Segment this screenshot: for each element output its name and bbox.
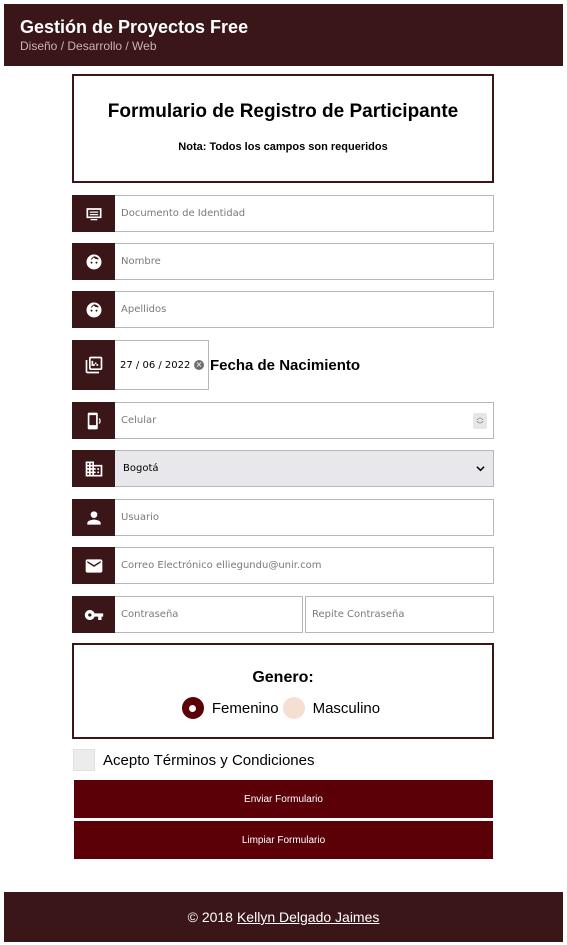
fecha-value: 27 / 06 / 2022 <box>120 359 191 371</box>
celular-row: Celular ︿ ﹀ <box>72 402 494 439</box>
ciudad-row: Bogotá <box>72 450 494 487</box>
submit-button[interactable]: Enviar Formulario <box>74 780 493 818</box>
form-note: Nota: Todos los campos son requeridos <box>178 141 388 153</box>
celular-input[interactable]: Celular ︿ ﹀ <box>115 402 494 439</box>
radio-masculino[interactable] <box>282 697 305 719</box>
face-icon <box>72 291 115 328</box>
nombre-row: Nombre <box>72 243 494 280</box>
form-title: Formulario de Registro de Participante <box>107 101 459 122</box>
terms-checkbox[interactable] <box>73 749 95 771</box>
calendar-plus-icon <box>72 340 115 390</box>
apellidos-row: Apellidos <box>72 291 494 328</box>
apellidos-input[interactable]: Apellidos <box>115 291 494 328</box>
form-title-box: Formulario de Registro de Participante N… <box>72 74 494 183</box>
genero-options: Femenino Masculino <box>74 697 492 719</box>
fecha-input[interactable]: 27 / 06 / 2022 × <box>115 340 209 390</box>
key-icon <box>72 596 115 633</box>
fecha-label: Fecha de Nacimiento <box>210 356 361 374</box>
celular-placeholder: Celular <box>121 415 157 426</box>
author-link[interactable]: Kellyn Delgado Jaimes <box>237 909 379 925</box>
number-spinner[interactable]: ︿ ﹀ <box>473 413 487 429</box>
contrasena-row: Contraseña Repite Contraseña <box>72 596 494 633</box>
app-title: Gestión de Proyectos Free <box>20 17 249 37</box>
genero-title: Genero: <box>252 669 314 686</box>
usuario-row: Usuario <box>72 499 494 536</box>
person-icon <box>72 499 115 536</box>
footer: © 2018 Kellyn Delgado Jaimes <box>4 892 563 942</box>
city-icon <box>72 450 115 487</box>
documento-input[interactable]: Documento de Identidad <box>115 195 494 232</box>
femenino-label: Femenino <box>211 699 279 717</box>
repite-contrasena-input[interactable]: Repite Contraseña <box>305 596 494 633</box>
documento-row: Documento de Identidad <box>72 195 494 232</box>
mail-icon <box>72 547 115 584</box>
face-icon <box>72 243 115 280</box>
app-subtitle: Diseño / Desarrollo / Web <box>20 39 157 53</box>
radio-femenino[interactable] <box>181 697 204 719</box>
terms-label: Acepto Términos y Condiciones <box>103 751 315 769</box>
terms-row: Acepto Términos y Condiciones <box>73 749 315 771</box>
usuario-input[interactable]: Usuario <box>115 499 494 536</box>
ciudad-selected: Bogotá <box>123 463 159 474</box>
nombre-input[interactable]: Nombre <box>115 243 494 280</box>
ciudad-select[interactable]: Bogotá <box>115 450 494 487</box>
chevron-down-icon <box>476 466 485 472</box>
genero-box: Genero: Femenino Masculino <box>72 643 494 739</box>
id-card-icon <box>72 195 115 232</box>
fecha-row: 27 / 06 / 2022 × Fecha de Nacimiento <box>72 340 494 390</box>
correo-input[interactable]: Correo Electrónico elliegundu@unir.com <box>115 547 494 584</box>
copyright-text: © 2018 <box>187 909 233 925</box>
phone-icon <box>72 402 115 439</box>
app-header: Gestión de Proyectos Free Diseño / Desar… <box>4 4 563 66</box>
clear-icon[interactable]: × <box>194 360 204 370</box>
reset-button[interactable]: Limpiar Formulario <box>74 821 493 859</box>
correo-row: Correo Electrónico elliegundu@unir.com <box>72 547 494 584</box>
masculino-label: Masculino <box>312 699 381 717</box>
contrasena-input[interactable]: Contraseña <box>115 596 303 633</box>
